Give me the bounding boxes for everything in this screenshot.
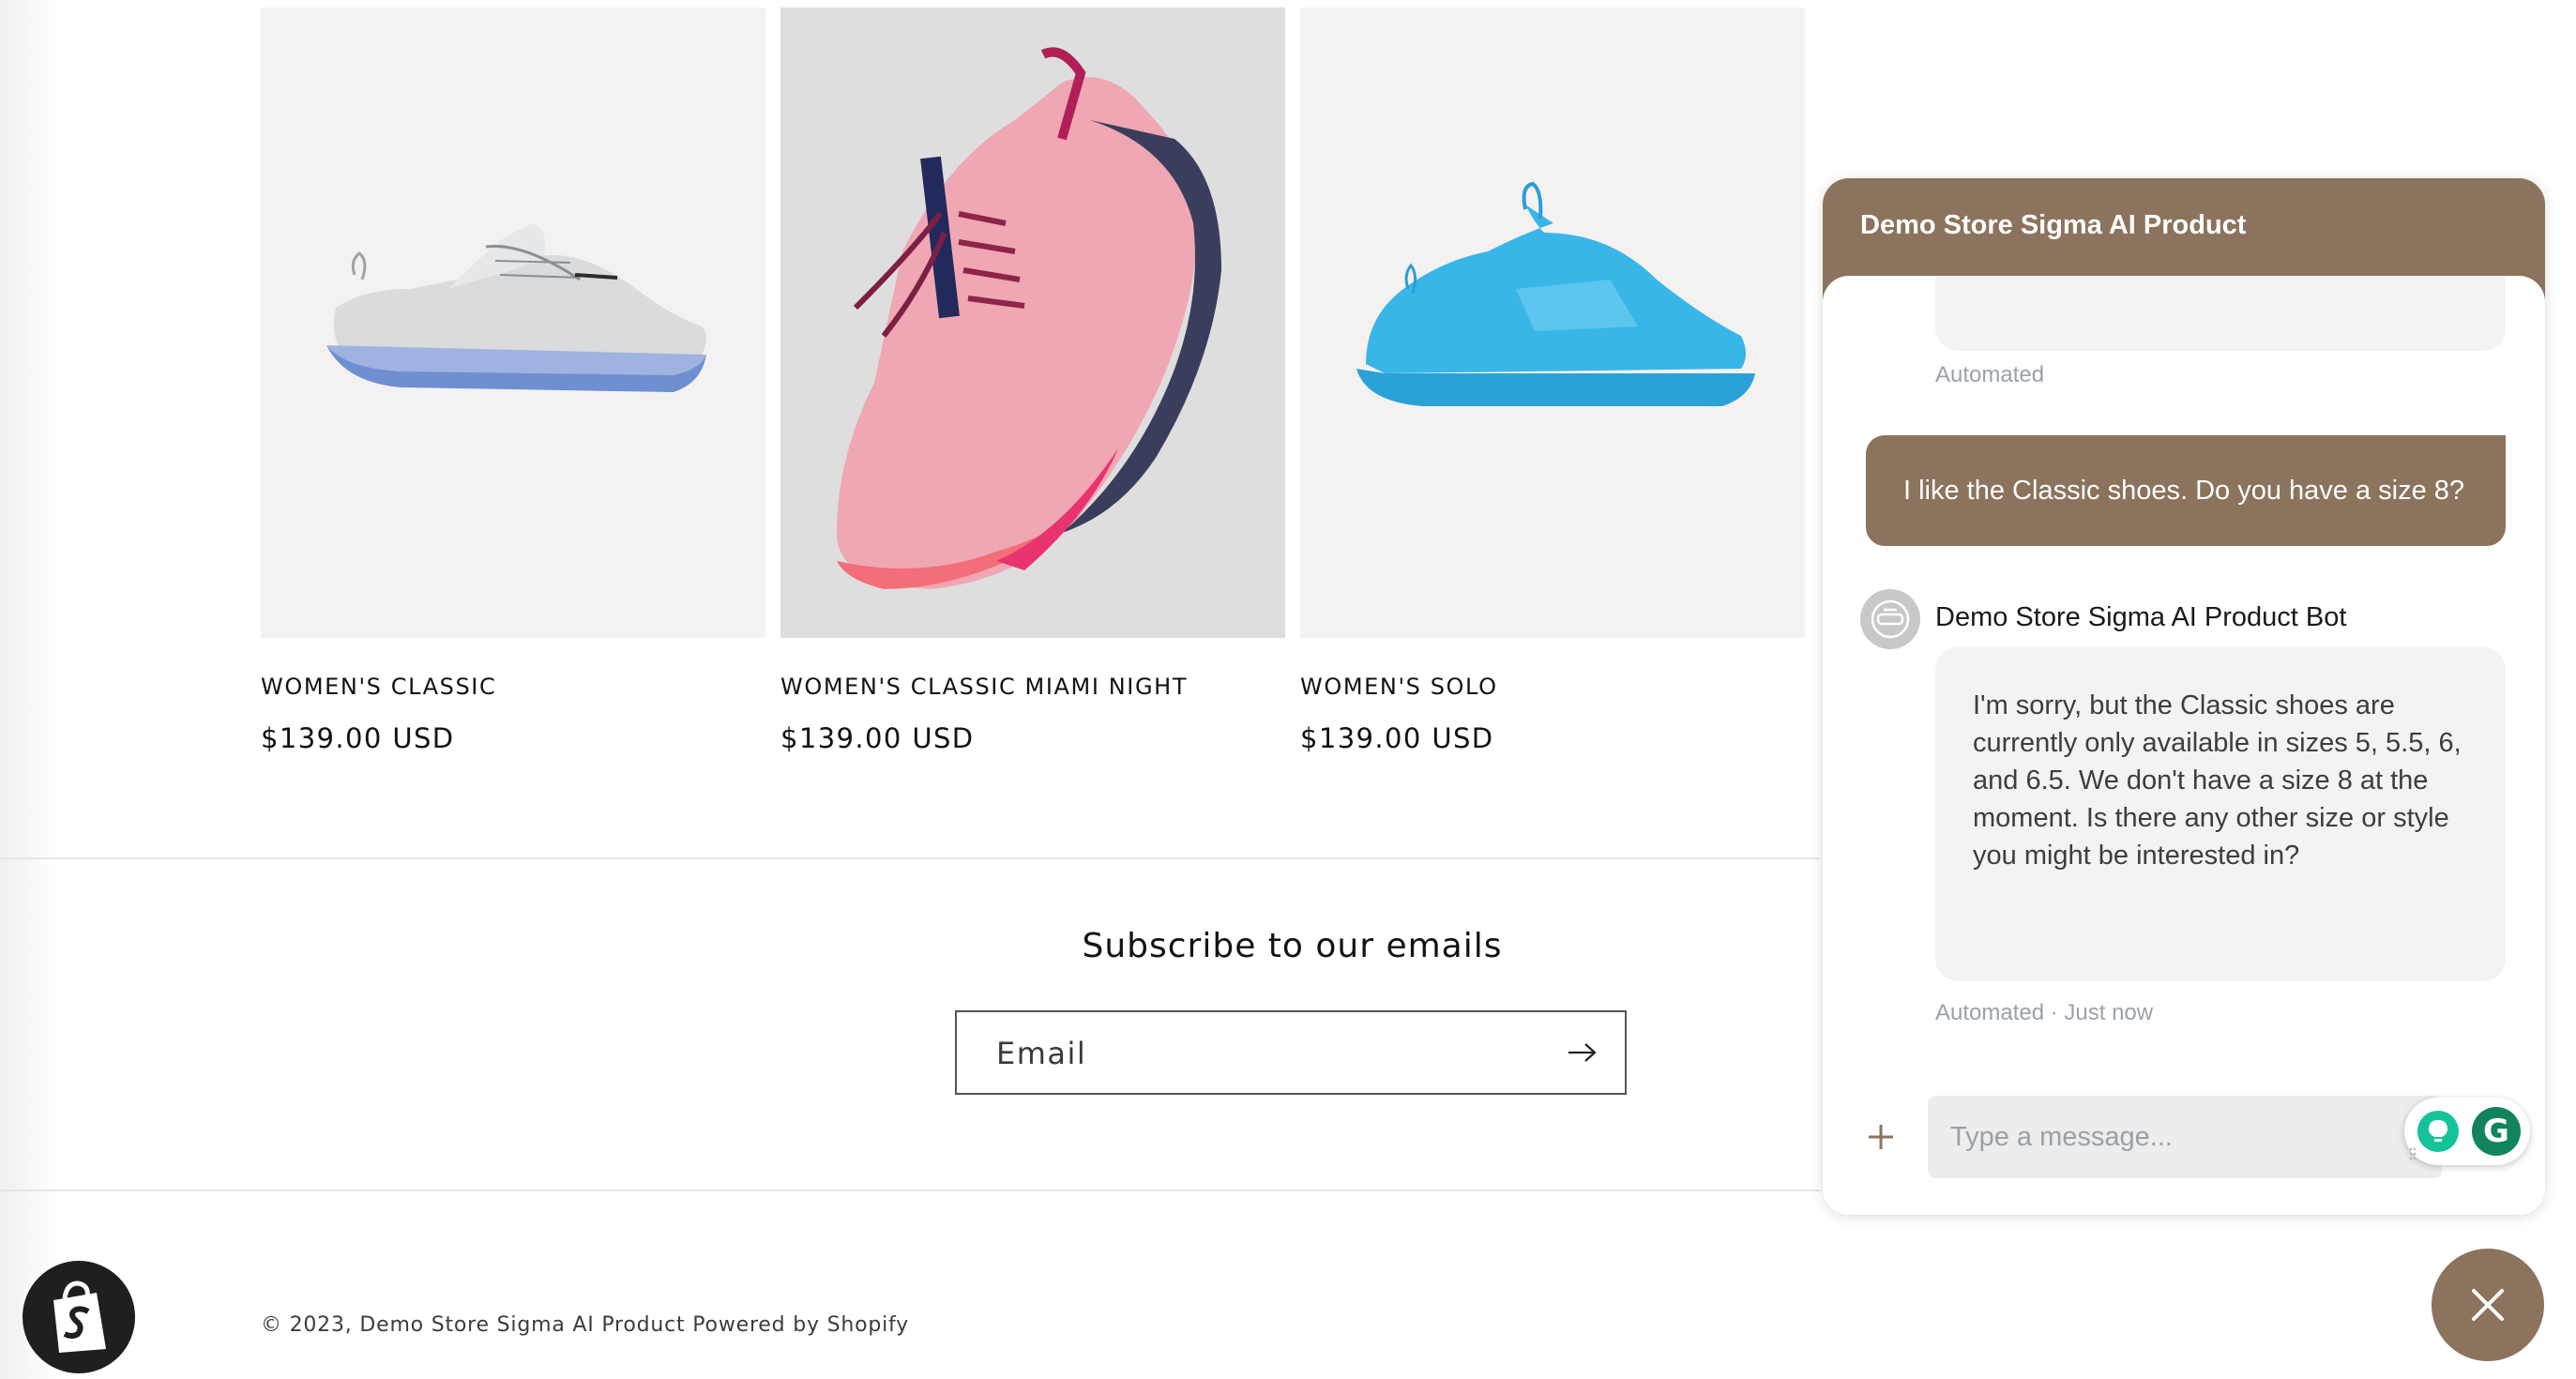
product-price: $139.00 USD (780, 722, 975, 754)
product-image[interactable] (1300, 8, 1805, 638)
message-meta: Automated · Just now (1935, 1000, 2154, 1025)
product-card-womens-classic[interactable]: WOMEN'S CLASSIC $139.00 USD (261, 8, 765, 754)
bot-avatar-icon (1871, 599, 1910, 639)
section-divider (0, 857, 1820, 859)
bot-name: Demo Store Sigma AI Product Bot (1935, 602, 2347, 632)
chat-header-title: Demo Store Sigma AI Product (1860, 210, 2247, 240)
user-message-bubble: I like the Classic shoes. Do you have a … (1866, 435, 2506, 546)
chat-messages[interactable]: Automated I like the Classic shoes. Do y… (1823, 276, 2545, 1101)
product-card-womens-classic-miami-night[interactable]: WOMEN'S CLASSIC MIAMI NIGHT $139.00 USD (780, 8, 1285, 754)
product-price: $139.00 USD (1300, 722, 1494, 754)
close-icon (2472, 1289, 2504, 1321)
product-image[interactable] (261, 8, 765, 638)
grammarly-g-icon[interactable]: G (2472, 1107, 2521, 1156)
plus-icon (1869, 1125, 1893, 1149)
product-price: $139.00 USD (261, 722, 455, 754)
chat-close-button[interactable] (2432, 1249, 2544, 1361)
attach-button[interactable] (1860, 1116, 1902, 1158)
shopify-badge-button[interactable] (23, 1261, 135, 1373)
shopify-bag-icon (53, 1280, 106, 1353)
product-title[interactable]: WOMEN'S SOLO (1300, 674, 1805, 700)
product-title[interactable]: WOMEN'S CLASSIC MIAMI NIGHT (780, 674, 1285, 700)
product-image[interactable] (780, 8, 1285, 638)
footer-divider (0, 1190, 1820, 1191)
newsletter-form (955, 1010, 1627, 1095)
sneaker-pink-image (837, 47, 1221, 590)
chat-widget: Demo Store Sigma AI Product Automated I … (1823, 178, 2545, 1215)
bot-message-bubble: I'm sorry, but the Classic shoes are cur… (1935, 647, 2506, 981)
sneaker-blue-image (1356, 181, 1755, 406)
bot-message-bubble (1935, 276, 2506, 351)
newsletter-heading: Subscribe to our emails (1082, 927, 1503, 965)
bot-avatar (1860, 589, 1920, 649)
message-input[interactable] (1928, 1096, 2442, 1178)
arrow-right-icon (1568, 1043, 1597, 1062)
grammarly-suggestion-button[interactable] (2417, 1111, 2459, 1152)
grammarly-widget[interactable]: G (2404, 1098, 2530, 1165)
chat-input-row: G (1823, 1083, 2545, 1215)
email-input[interactable] (994, 1012, 1523, 1095)
product-title[interactable]: WOMEN'S CLASSIC (261, 674, 765, 700)
lightbulb-icon (2429, 1120, 2447, 1142)
footer-copyright: © 2023, Demo Store Sigma AI Product Powe… (261, 1313, 909, 1337)
subscribe-submit-button[interactable] (1559, 1029, 1606, 1076)
drag-handle-icon[interactable] (2408, 1146, 2417, 1161)
product-card-womens-solo[interactable]: WOMEN'S SOLO $139.00 USD (1300, 8, 1805, 754)
page-left-shade (0, 0, 56, 1379)
sneaker-grey-image (326, 223, 706, 392)
message-meta: Automated (1935, 362, 2045, 387)
